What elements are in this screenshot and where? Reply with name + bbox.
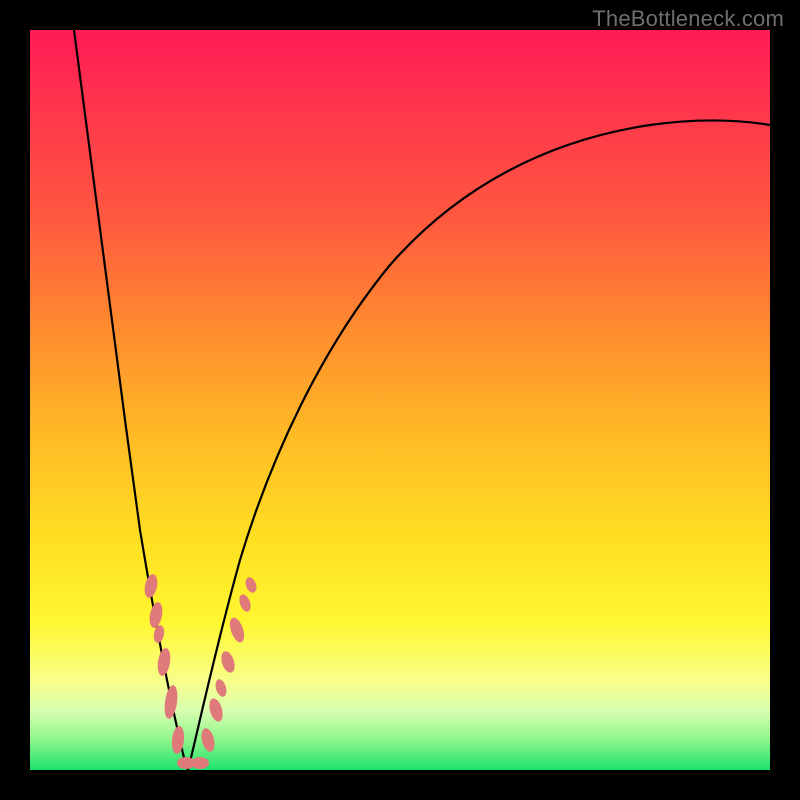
bottleneck-curve xyxy=(30,30,770,770)
curve-left-branch xyxy=(74,30,188,770)
curve-right-branch xyxy=(188,120,770,770)
watermark-text: TheBottleneck.com xyxy=(592,6,784,32)
chart-frame: TheBottleneck.com xyxy=(0,0,800,800)
chart-plot-area xyxy=(30,30,770,770)
highlight-dots xyxy=(143,573,259,769)
